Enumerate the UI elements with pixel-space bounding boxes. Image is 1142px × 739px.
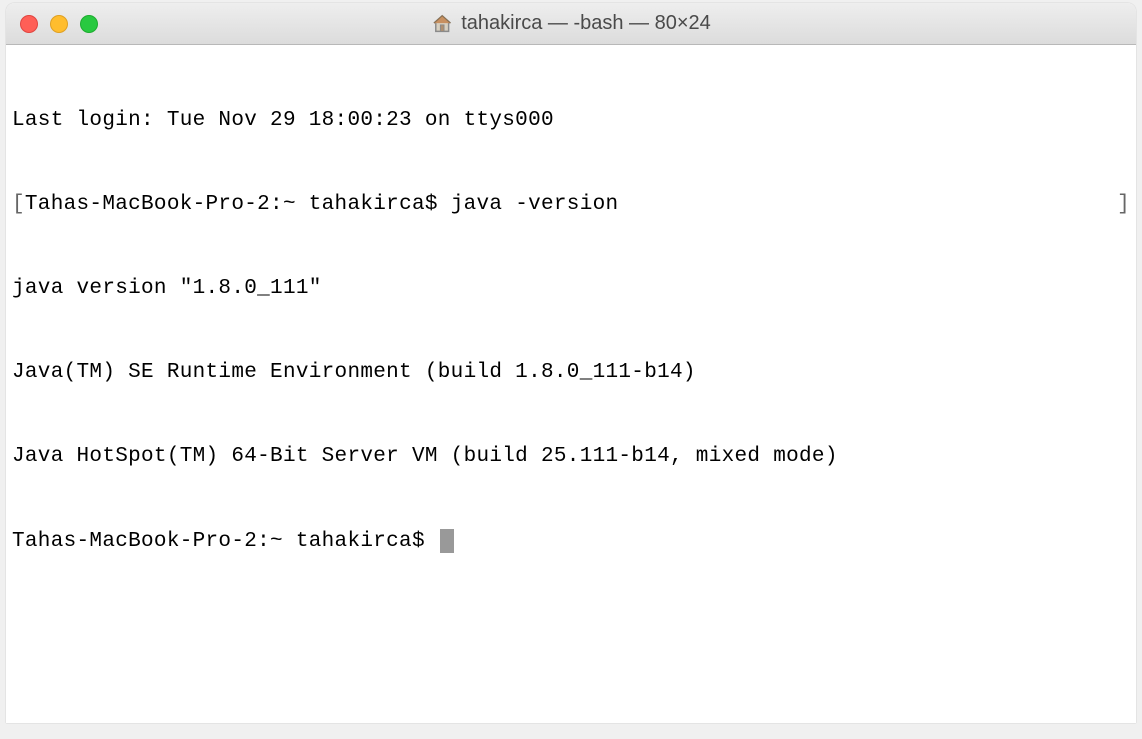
window-title: tahakirca — -bash — 80×24 (461, 12, 711, 35)
titlebar[interactable]: tahakirca — -bash — 80×24 (6, 3, 1136, 45)
prompt-host: Tahas-MacBook-Pro-2:~ tahakirca$ (25, 193, 451, 216)
prompt-command: java -version (451, 193, 619, 216)
terminal-line-last-login: Last login: Tue Nov 29 18:00:23 on ttys0… (12, 107, 1130, 135)
prompt-text: Tahas-MacBook-Pro-2:~ tahakirca$ (12, 530, 438, 553)
cursor (440, 529, 454, 553)
bracket-open: [ (12, 193, 25, 216)
maximize-button[interactable] (80, 15, 98, 33)
terminal-line-java-version: java version "1.8.0_111" (12, 275, 1130, 303)
terminal-line-prompt: Tahas-MacBook-Pro-2:~ tahakirca$ (12, 527, 1130, 556)
terminal-body[interactable]: Last login: Tue Nov 29 18:00:23 on ttys0… (6, 45, 1136, 723)
home-icon (431, 13, 453, 35)
close-button[interactable] (20, 15, 38, 33)
window-title-container: tahakirca — -bash — 80×24 (431, 12, 711, 35)
terminal-line-java-hotspot: Java HotSpot(TM) 64-Bit Server VM (build… (12, 443, 1130, 471)
terminal-window: tahakirca — -bash — 80×24 Last login: Tu… (6, 3, 1136, 723)
minimize-button[interactable] (50, 15, 68, 33)
traffic-lights (20, 15, 98, 33)
terminal-line-command: [Tahas-MacBook-Pro-2:~ tahakirca$ java -… (12, 191, 1130, 219)
bracket-close: ] (1117, 191, 1130, 219)
terminal-line-java-runtime: Java(TM) SE Runtime Environment (build 1… (12, 359, 1130, 387)
